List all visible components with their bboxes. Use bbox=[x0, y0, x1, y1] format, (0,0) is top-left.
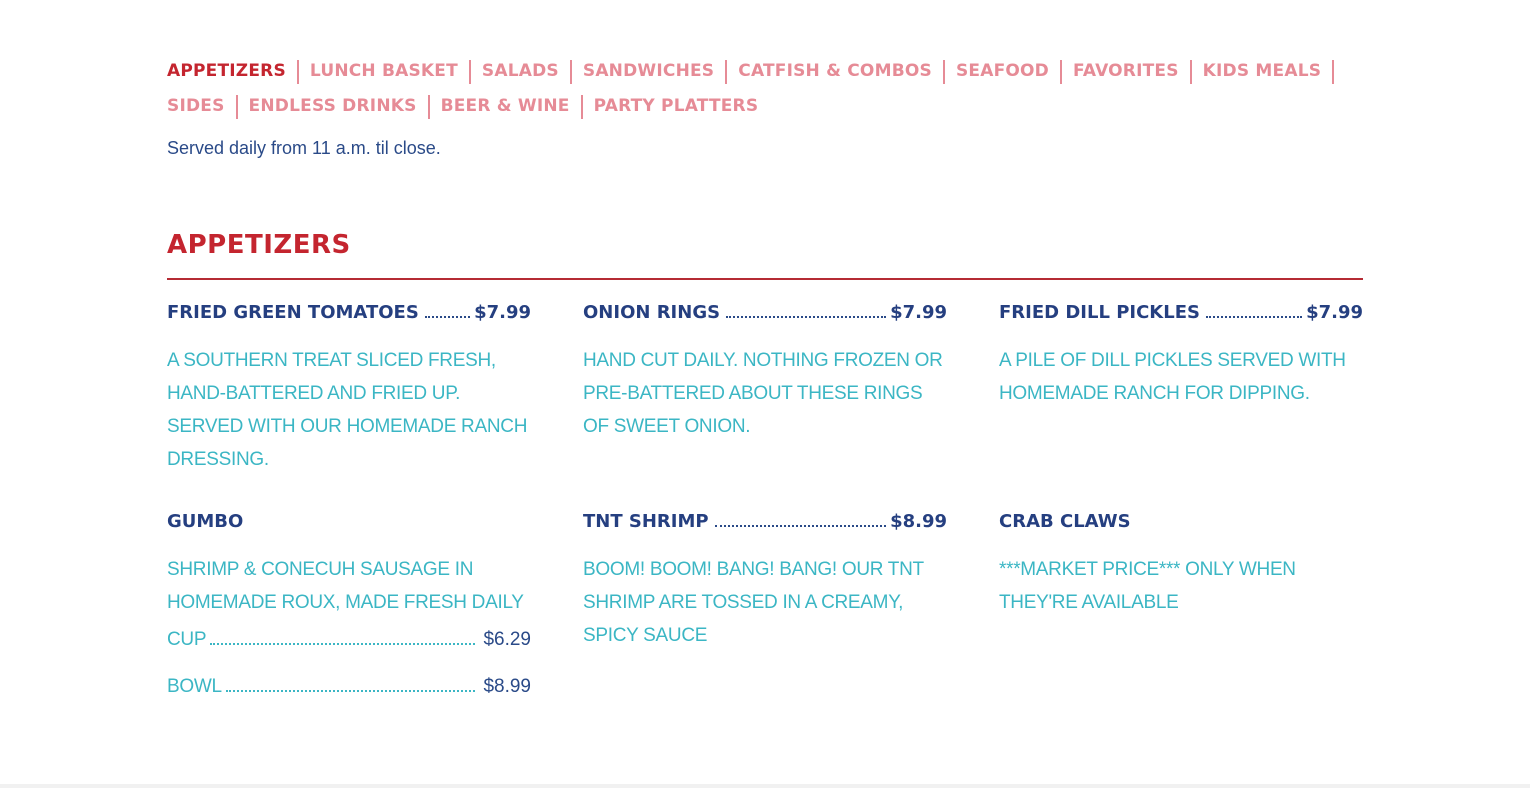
nav-divider bbox=[235, 94, 238, 119]
nav-divider bbox=[1060, 59, 1062, 84]
menu-item-onion-rings: ONION RINGS $7.99 Hand cut daily. Nothin… bbox=[583, 302, 947, 443]
menu-item-gumbo: GUMBO Shrimp & Conecuh sausage in homema… bbox=[167, 511, 531, 723]
nav-sides[interactable]: SIDES bbox=[167, 93, 225, 120]
nav-beer-wine[interactable]: BEER & WINE bbox=[441, 93, 570, 120]
dotted-leader bbox=[210, 642, 476, 645]
size-price: $6.29 bbox=[483, 629, 531, 650]
nav-salads[interactable]: SALADS bbox=[482, 58, 559, 85]
nav-divider bbox=[580, 94, 583, 119]
menu-item-name: FRIED DILL PICKLES bbox=[999, 302, 1200, 323]
nav-divider bbox=[296, 59, 299, 84]
serving-hours-text: Served daily from 11 a.m. til close. bbox=[167, 138, 441, 158]
menu-item-header: TNT SHRIMP $8.99 bbox=[583, 511, 947, 537]
category-nav: APPETIZERS LUNCH BASKET SALADS SANDWICHE… bbox=[167, 58, 1363, 128]
dotted-leader bbox=[225, 689, 476, 692]
nav-sandwiches[interactable]: SANDWICHES bbox=[583, 58, 714, 85]
menu-item-fried-dill-pickles: FRIED DILL PICKLES $7.99 A pile of dill … bbox=[999, 302, 1363, 410]
menu-item-fried-green-tomatoes: FRIED GREEN TOMATOES $7.99 A southern tr… bbox=[167, 302, 531, 476]
nav-appetizers[interactable]: APPETIZERS bbox=[167, 58, 286, 85]
nav-favorites[interactable]: FAVORITES bbox=[1073, 58, 1179, 85]
menu-item-price: $7.99 bbox=[1306, 302, 1363, 323]
category-nav-row-2: SIDES ENDLESS DRINKS BEER & WINE PARTY P… bbox=[167, 93, 1363, 120]
size-label: Bowl bbox=[167, 676, 222, 697]
nav-divider bbox=[942, 59, 945, 84]
menu-item-tnt-shrimp: TNT SHRIMP $8.99 Boom! Boom! Bang! Bang!… bbox=[583, 511, 947, 652]
size-option-bowl: Bowl $8.99 bbox=[167, 676, 531, 723]
nav-divider bbox=[725, 59, 728, 84]
menu-item-description: Shrimp & Conecuh sausage in homemade rou… bbox=[167, 559, 524, 613]
footer-edge bbox=[0, 784, 1530, 788]
nav-divider bbox=[468, 59, 471, 84]
menu-item-name: TNT SHRIMP bbox=[583, 511, 709, 532]
menu-item-price: $8.99 bbox=[890, 511, 947, 532]
nav-kids-meals[interactable]: KIDS MEALS bbox=[1203, 58, 1322, 85]
menu-item-description: A pile of dill pickles served with homem… bbox=[999, 350, 1346, 404]
nav-endless-drinks[interactable]: ENDLESS DRINKS bbox=[249, 93, 417, 120]
dotted-leader bbox=[1205, 315, 1303, 318]
section-title: APPETIZERS bbox=[167, 230, 351, 260]
nav-catfish-combos[interactable]: CATFISH & COMBOS bbox=[738, 58, 932, 85]
menu-item-description: ***Market Price*** Only when they're ava… bbox=[999, 559, 1296, 613]
menu-item-name: FRIED GREEN TOMATOES bbox=[167, 302, 419, 323]
nav-divider bbox=[427, 94, 430, 119]
menu-item-price: $7.99 bbox=[890, 302, 947, 323]
menu-item-description: Hand cut daily. Nothing frozen or pre-ba… bbox=[583, 350, 943, 437]
menu-item-header: FRIED DILL PICKLES $7.99 bbox=[999, 302, 1363, 328]
size-option-cup: Cup $6.29 bbox=[167, 629, 531, 676]
dotted-leader bbox=[424, 315, 471, 318]
nav-divider bbox=[1332, 59, 1335, 84]
menu-item-header: GUMBO bbox=[167, 511, 531, 537]
size-price: $8.99 bbox=[483, 676, 531, 697]
dotted-leader bbox=[726, 315, 887, 318]
menu-item-header: FRIED GREEN TOMATOES $7.99 bbox=[167, 302, 531, 328]
size-label: Cup bbox=[167, 629, 207, 650]
dotted-leader bbox=[714, 524, 887, 527]
menu-item-description: A southern treat sliced fresh, hand-batt… bbox=[167, 350, 528, 470]
menu-item-name: CRAB CLAWS bbox=[999, 511, 1131, 532]
nav-divider bbox=[569, 59, 572, 84]
nav-party-platters[interactable]: PARTY PLATTERS bbox=[594, 93, 759, 120]
menu-item-description: Boom! Boom! Bang! Bang! Our TNT shrimp a… bbox=[583, 559, 924, 646]
nav-divider bbox=[1189, 59, 1192, 84]
menu-item-name: GUMBO bbox=[167, 511, 244, 532]
nav-seafood[interactable]: SEAFOOD bbox=[956, 58, 1049, 85]
category-nav-row-1: APPETIZERS LUNCH BASKET SALADS SANDWICHE… bbox=[167, 58, 1363, 85]
menu-item-header: ONION RINGS $7.99 bbox=[583, 302, 947, 328]
menu-item-crab-claws: CRAB CLAWS ***Market Price*** Only when … bbox=[999, 511, 1363, 619]
menu-item-name: ONION RINGS bbox=[583, 302, 721, 323]
section-divider bbox=[167, 278, 1363, 280]
menu-item-header: CRAB CLAWS bbox=[999, 511, 1363, 537]
menu-item-price: $7.99 bbox=[474, 302, 531, 323]
nav-lunch-basket[interactable]: LUNCH BASKET bbox=[310, 58, 458, 85]
size-options: Cup $6.29 Bowl $8.99 bbox=[167, 629, 531, 723]
